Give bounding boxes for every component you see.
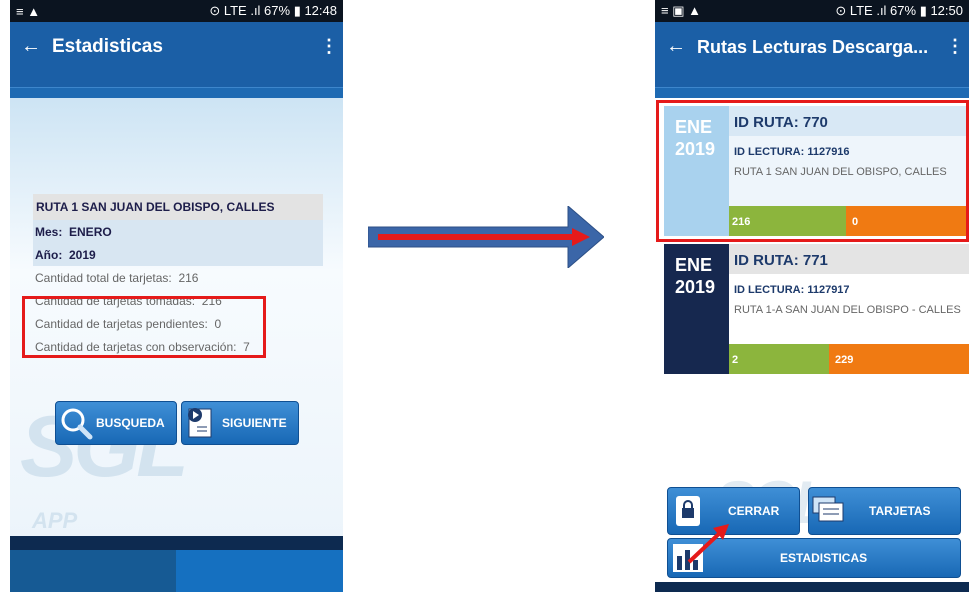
magnifier-icon: [56, 403, 96, 443]
highlight-box: [22, 296, 266, 358]
transition-arrow-icon: [368, 206, 604, 268]
year-label: Año:: [35, 247, 63, 262]
next-button-label: SIGUIENTE: [222, 416, 287, 430]
total-label: Cantidad total de tarjetas:: [35, 270, 172, 285]
total-value: 216: [178, 270, 199, 285]
month-row: Mes: ENERO: [33, 220, 323, 243]
route-month: ENE: [675, 255, 713, 275]
status-info-right: ⊙ LTE .ıl 67% ▮ 12:48: [209, 3, 337, 18]
status-icons-left: ≡ ▣ ▲: [661, 3, 701, 18]
pending-count: 229: [829, 344, 969, 374]
cards-button-label: TARJETAS: [869, 504, 931, 518]
back-arrow-icon[interactable]: ←: [10, 36, 52, 56]
year-row: Año: 2019: [33, 243, 323, 266]
route-id: ID RUTA: 771: [729, 244, 969, 274]
pointer-arrow-icon: [687, 524, 729, 564]
app-bar: ← Estadisticas ⋮: [10, 22, 343, 98]
document-next-icon: [182, 403, 222, 443]
route-description: RUTA 1-A SAN JUAN DEL OBISPO - CALLES: [734, 304, 961, 316]
left-phone-screen: ≡ ▲ ⊙ LTE .ıl 67% ▮ 12:48 ← Estadisticas…: [10, 0, 343, 592]
app-bar-stripe: [10, 87, 343, 98]
app-bar-stripe: [655, 87, 969, 98]
app-bar: ← Rutas Lecturas Descarga... ⋮: [655, 22, 969, 98]
status-bar: ≡ ▲ ⊙ LTE .ıl 67% ▮ 12:48: [10, 0, 343, 22]
month-label: Mes:: [35, 224, 63, 239]
search-button-label: BUSQUEDA: [96, 416, 165, 430]
close-button-label: CERRAR: [728, 504, 780, 518]
total-row: Cantidad total de tarjetas: 216: [33, 266, 323, 289]
route-card[interactable]: ENE 2019 ID RUTA: 771 ID LECTURA: 112791…: [664, 244, 969, 374]
cards-icon: [809, 491, 849, 531]
search-button[interactable]: BUSQUEDA: [55, 401, 177, 445]
reading-id: ID LECTURA: 1127917: [734, 284, 850, 296]
bottom-bar-top: [10, 536, 343, 550]
bottom-bar-left: [10, 550, 176, 592]
watermark-logo-sub: APP: [32, 508, 78, 533]
route-date: ENE 2019: [664, 244, 729, 374]
page-title: Estadisticas: [52, 36, 163, 57]
status-bar: ≡ ▣ ▲ ⊙ LTE .ıl 67% ▮ 12:50: [655, 0, 969, 22]
route-year: 2019: [675, 277, 716, 297]
overflow-menu-icon[interactable]: ⋮: [941, 36, 969, 57]
back-arrow-icon[interactable]: ←: [655, 36, 697, 56]
statistics-button-label: ESTADISTICAS: [780, 551, 868, 565]
cards-button[interactable]: TARJETAS: [808, 487, 961, 535]
overflow-menu-icon[interactable]: ⋮: [315, 36, 343, 57]
month-value: ENERO: [69, 224, 112, 239]
bottom-bar: [655, 582, 969, 592]
status-info-right: ⊙ LTE .ıl 67% ▮ 12:50: [835, 3, 963, 18]
right-phone-screen: ≡ ▣ ▲ ⊙ LTE .ıl 67% ▮ 12:50 ← Rutas Lect…: [655, 0, 969, 592]
bottom-bar: [10, 550, 343, 592]
route-name: RUTA 1 SAN JUAN DEL OBISPO, CALLES: [33, 194, 323, 220]
route-progress-bar: 2 229: [729, 344, 969, 374]
next-button[interactable]: SIGUIENTE: [181, 401, 299, 445]
taken-count: 2: [729, 344, 829, 374]
highlight-box: [656, 100, 969, 242]
status-icons-left: ≡ ▲: [16, 3, 41, 19]
page-title: Rutas Lecturas Descarga...: [697, 37, 929, 57]
route-info: ID RUTA: 771 ID LECTURA: 1127917 RUTA 1-…: [729, 244, 969, 374]
year-value: 2019: [69, 247, 96, 262]
